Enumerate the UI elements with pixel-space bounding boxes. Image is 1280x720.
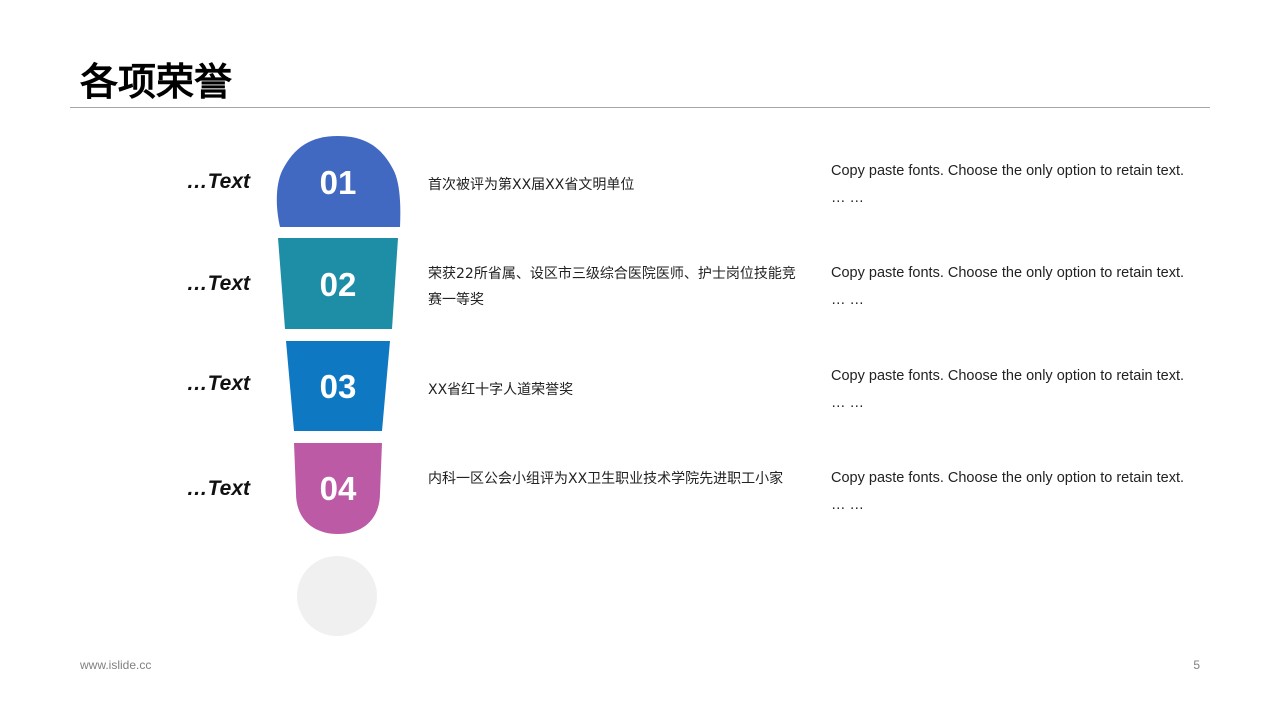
row-description-3: XX省红十字人道荣誉奖 (428, 382, 574, 398)
row-description-4: 内科一区公会小组评为XX卫生职业技术学院先进职工小家 (428, 471, 784, 487)
row-label-1: …Text (186, 170, 250, 193)
exclamation-dot (297, 556, 377, 636)
page-number: 5 (1193, 658, 1200, 672)
row-label-2: …Text (186, 272, 250, 295)
row-note-2: Copy paste fonts. Choose the only option… (831, 265, 1185, 308)
segment-number-04: 04 (320, 470, 357, 507)
row-description-1: 首次被评为第XX届XX省文明单位 (428, 177, 635, 193)
row-note-4: Copy paste fonts. Choose the only option… (831, 470, 1185, 513)
segment-number-01: 01 (320, 164, 357, 201)
row-note-3: Copy paste fonts. Choose the only option… (831, 368, 1185, 411)
exclamation-graphic: 01 02 03 04 (276, 136, 401, 636)
footer-website: www.islide.cc (80, 658, 152, 672)
row-note-1: Copy paste fonts. Choose the only option… (831, 163, 1185, 206)
row-label-3: …Text (186, 372, 250, 395)
row-label-4: …Text (186, 477, 250, 500)
row-description-2: 荣获22所省属、设区市三级综合医院医师、护士岗位技能竞赛一等奖 (428, 266, 796, 308)
segment-number-03: 03 (320, 368, 357, 405)
segment-number-02: 02 (320, 266, 357, 303)
